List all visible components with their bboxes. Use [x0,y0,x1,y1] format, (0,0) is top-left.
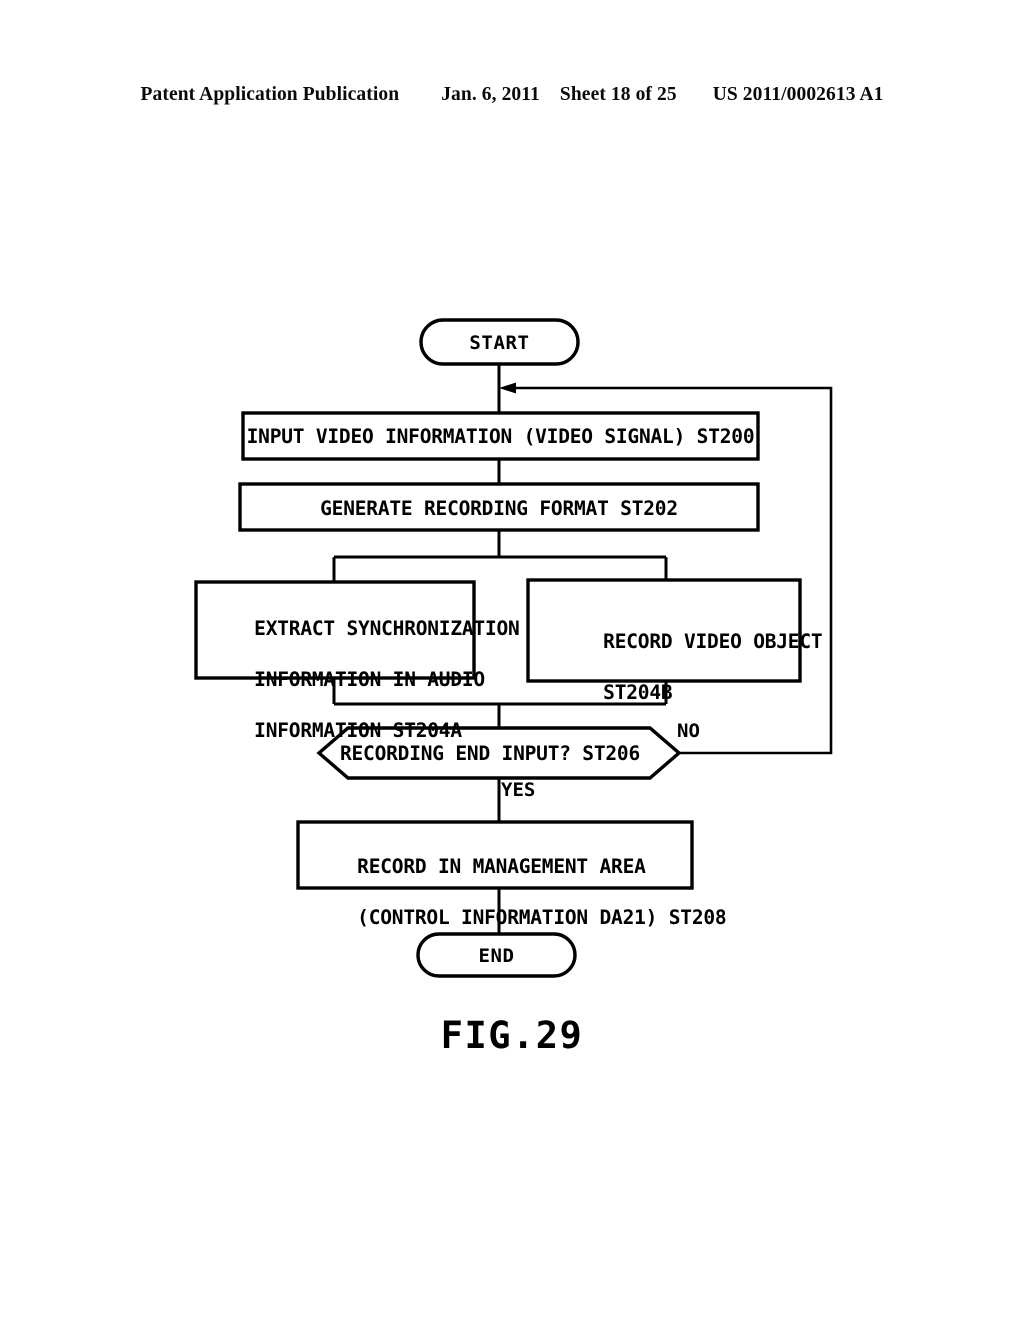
node-start-shape[interactable] [419,318,580,366]
flowchart-canvas [194,318,833,978]
node-st204a-shape[interactable] [194,580,476,680]
node-st204b-shape[interactable] [526,578,802,683]
flowchart-shapes [194,318,802,978]
branch-label-yes: YES [501,779,536,801]
node-end-shape[interactable] [416,932,577,978]
flowchart-figure: START INPUT VIDEO INFORMATION (VIDEO SIG… [0,0,1024,1320]
feedback-arrowhead-icon [499,382,516,394]
node-st202-shape[interactable] [238,482,760,532]
node-st206-shape[interactable] [316,726,682,780]
figure-caption: FIG.29 [440,1014,584,1057]
branch-label-no: NO [677,720,700,742]
node-st208-shape[interactable] [296,820,694,890]
node-st200-shape[interactable] [241,411,760,461]
